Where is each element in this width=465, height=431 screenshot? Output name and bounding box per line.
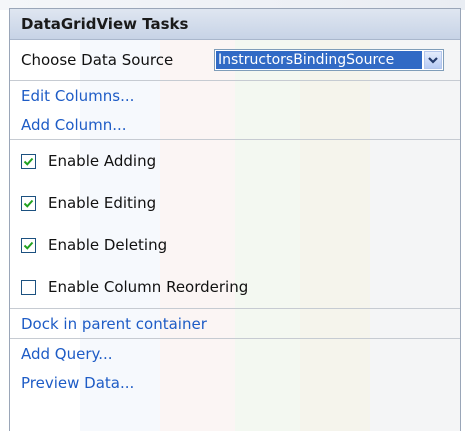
- enable-column-reordering-label[interactable]: Enable Column Reordering: [48, 278, 248, 296]
- enable-editing-checkbox[interactable]: [21, 195, 36, 211]
- enable-adding-label[interactable]: Enable Adding: [48, 152, 156, 170]
- panel-title: DataGridView Tasks: [21, 15, 189, 33]
- checkmark-icon: [23, 241, 34, 250]
- enable-column-reordering-checkbox[interactable]: [21, 279, 36, 295]
- chevron-down-icon: [428, 56, 438, 64]
- enable-adding-option[interactable]: Enable Adding: [10, 140, 460, 182]
- data-source-combobox[interactable]: InstructorsBindingSource: [214, 49, 444, 71]
- data-source-row: Choose Data Source InstructorsBindingSou…: [10, 40, 460, 80]
- add-column-label[interactable]: Add Column...: [21, 116, 127, 134]
- edit-columns-label[interactable]: Edit Columns...: [21, 87, 134, 105]
- enable-editing-option[interactable]: Enable Editing: [10, 182, 460, 224]
- add-column-link[interactable]: Add Column...: [10, 110, 460, 139]
- data-source-label: Choose Data Source: [21, 51, 174, 69]
- data-source-selected-value[interactable]: InstructorsBindingSource: [216, 51, 422, 69]
- dock-in-parent-label[interactable]: Dock in parent container: [21, 315, 207, 333]
- dock-in-parent-link[interactable]: Dock in parent container: [10, 309, 460, 338]
- enable-deleting-label[interactable]: Enable Deleting: [48, 236, 167, 254]
- enable-adding-checkbox[interactable]: [21, 153, 36, 169]
- enable-deleting-option[interactable]: Enable Deleting: [10, 224, 460, 266]
- checkmark-icon: [23, 157, 34, 166]
- add-query-link[interactable]: Add Query...: [10, 339, 460, 368]
- preview-data-link[interactable]: Preview Data...: [10, 368, 460, 397]
- enable-column-reordering-option[interactable]: Enable Column Reordering: [10, 266, 460, 308]
- preview-data-label[interactable]: Preview Data...: [21, 374, 134, 392]
- add-query-label[interactable]: Add Query...: [21, 345, 113, 363]
- enable-deleting-checkbox[interactable]: [21, 237, 36, 253]
- smart-tag-panel: DataGridView Tasks Choose Data Source In…: [9, 8, 461, 431]
- checkmark-icon: [23, 199, 34, 208]
- combo-dropdown-button[interactable]: [424, 51, 442, 69]
- enable-editing-label[interactable]: Enable Editing: [48, 194, 156, 212]
- edit-columns-link[interactable]: Edit Columns...: [10, 81, 460, 110]
- panel-header: DataGridView Tasks: [10, 9, 460, 40]
